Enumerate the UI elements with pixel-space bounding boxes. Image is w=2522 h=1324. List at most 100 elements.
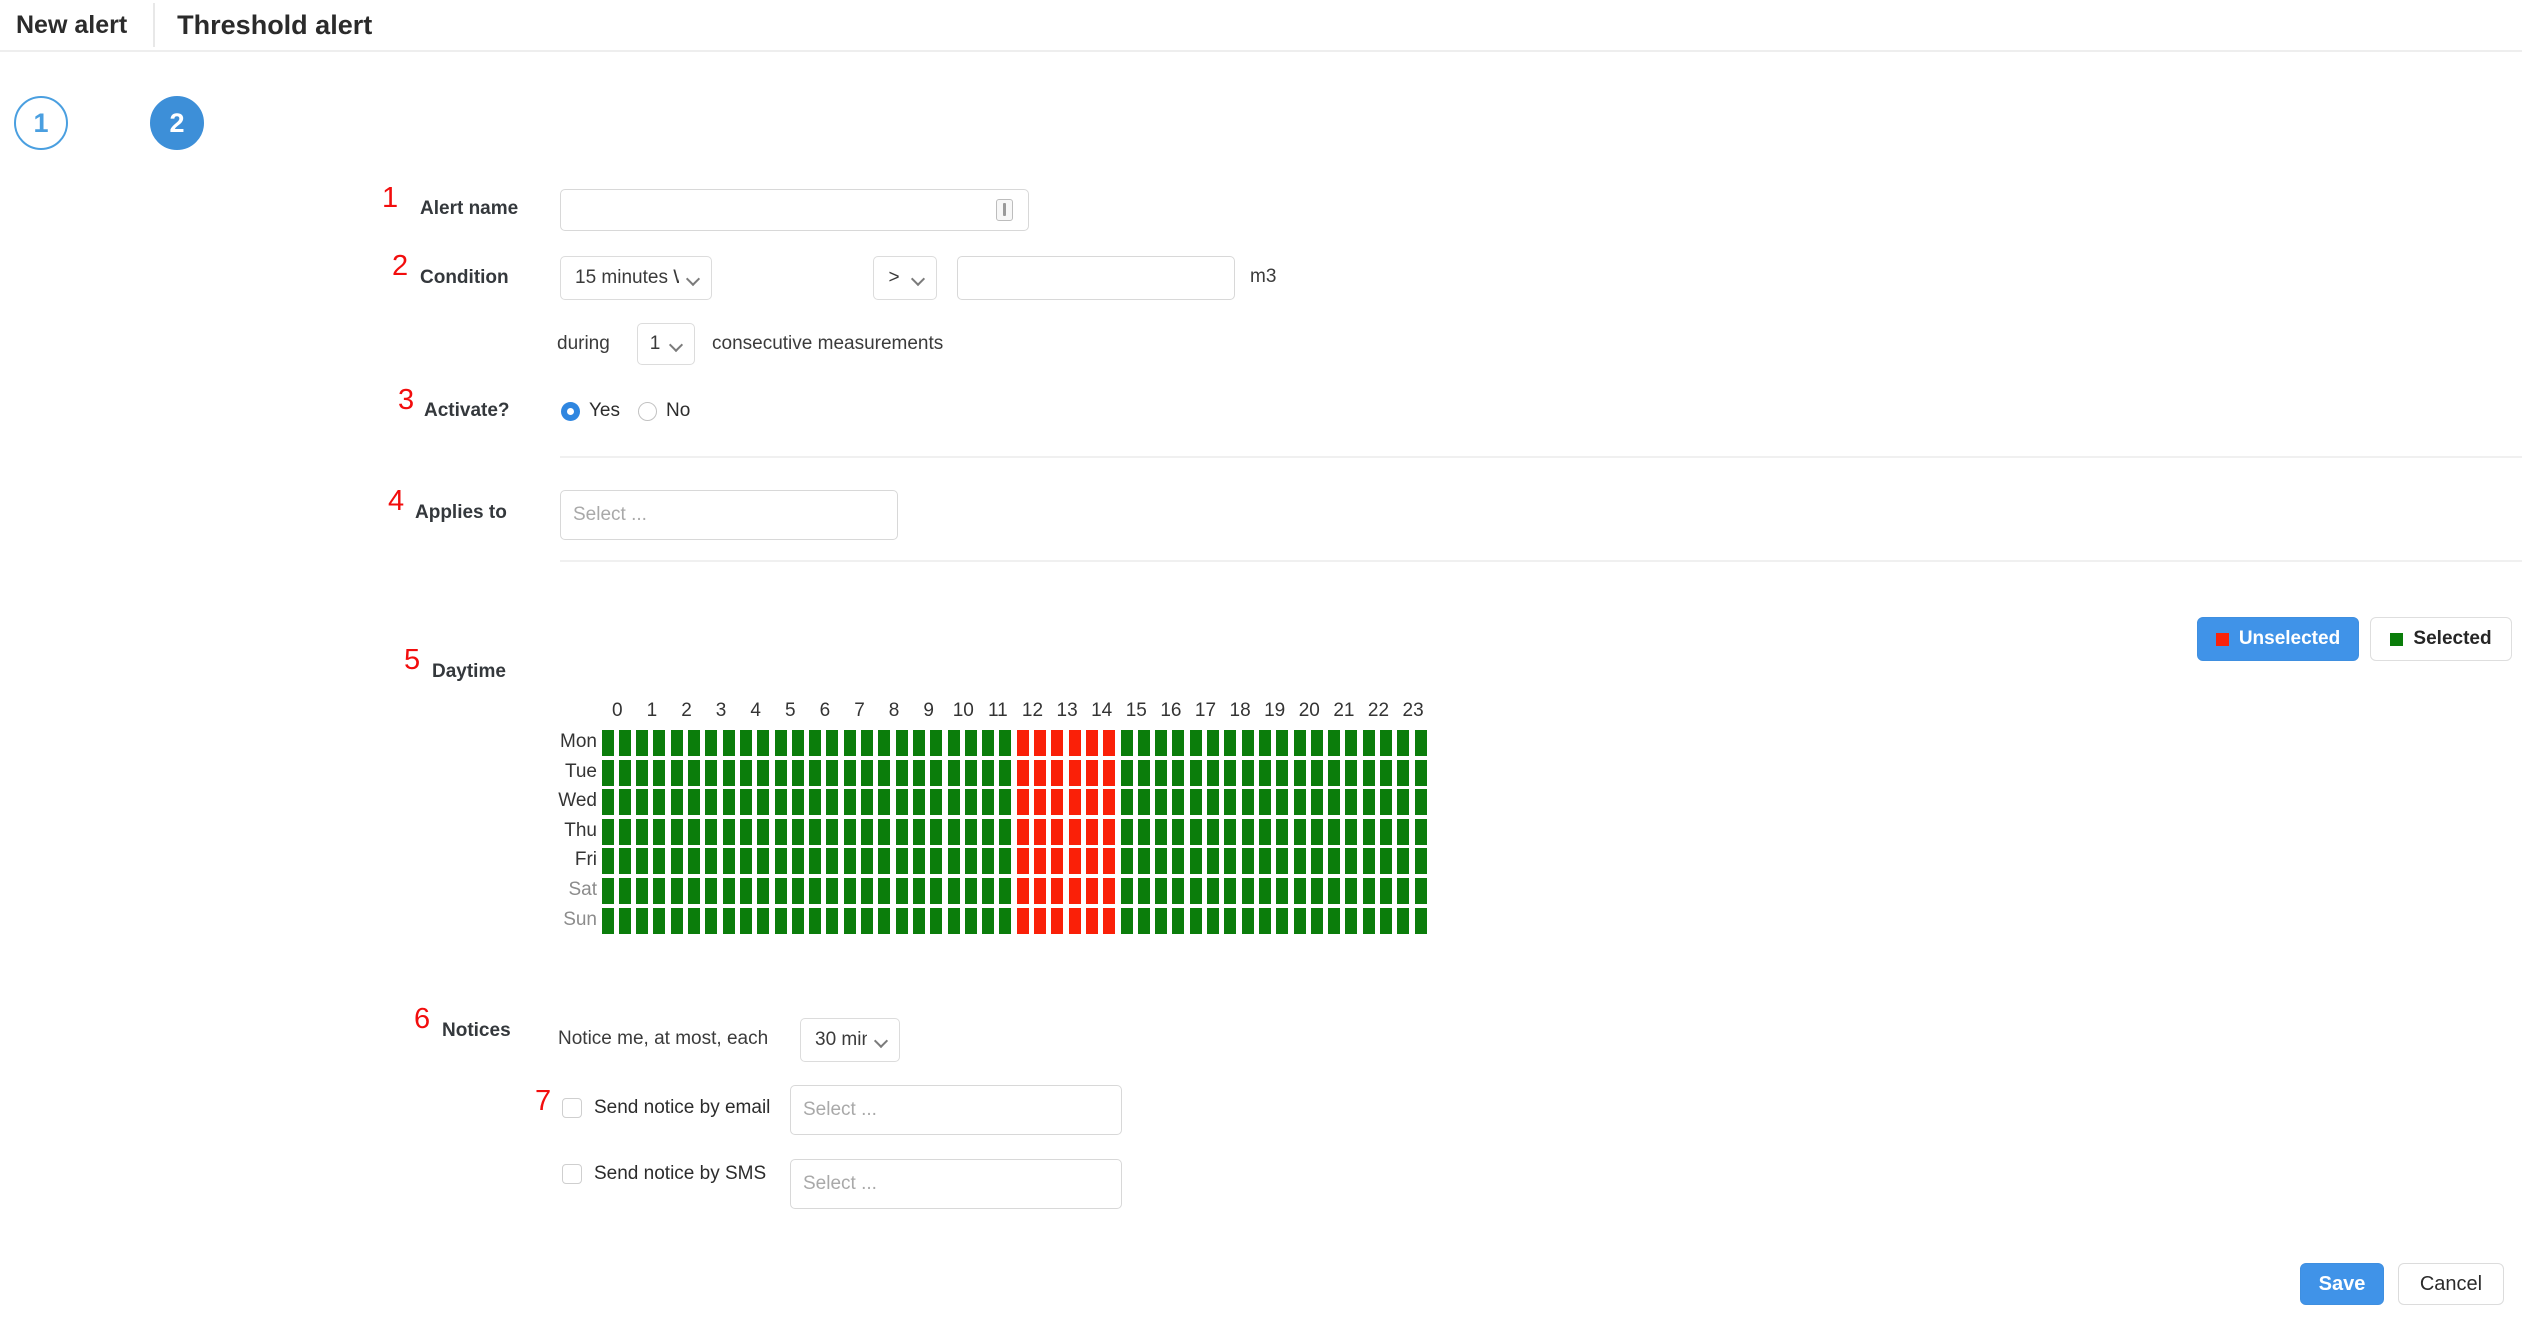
heatmap-cell[interactable]: [826, 759, 839, 786]
heatmap-cell[interactable]: [1051, 877, 1064, 904]
heatmap-cell[interactable]: [861, 818, 873, 845]
heatmap-cell[interactable]: [809, 730, 822, 756]
heatmap-cell[interactable]: [895, 907, 908, 934]
heatmap-cell[interactable]: [601, 848, 614, 875]
heatmap-cell[interactable]: [1051, 730, 1064, 756]
heatmap-cell[interactable]: [670, 848, 683, 875]
heatmap-cell[interactable]: [1362, 759, 1375, 786]
heatmap-cell[interactable]: [1103, 848, 1116, 875]
heatmap-cell[interactable]: [1172, 877, 1185, 904]
heatmap-cell[interactable]: [843, 848, 856, 875]
heatmap-cell[interactable]: [1241, 789, 1254, 816]
heatmap-cell[interactable]: [878, 848, 891, 875]
resize-handle-icon[interactable]: [996, 199, 1013, 221]
heatmap-cell[interactable]: [1120, 848, 1133, 875]
heatmap-cell[interactable]: [1207, 818, 1219, 845]
heatmap-cell[interactable]: [861, 907, 873, 934]
heatmap-cell[interactable]: [1207, 907, 1219, 934]
heatmap-cell[interactable]: [757, 789, 770, 816]
heatmap-cell[interactable]: [1189, 848, 1202, 875]
heatmap-cell[interactable]: [1362, 848, 1375, 875]
heatmap-cell[interactable]: [688, 818, 700, 845]
heatmap-cell[interactable]: [653, 818, 666, 845]
heatmap-cell[interactable]: [1258, 759, 1271, 786]
heatmap-cell[interactable]: [1172, 818, 1185, 845]
heatmap-cell[interactable]: [843, 789, 856, 816]
heatmap-cell[interactable]: [1224, 789, 1237, 816]
heatmap-cell[interactable]: [1016, 907, 1029, 934]
heatmap-cell[interactable]: [1172, 730, 1185, 756]
heatmap-cell[interactable]: [843, 877, 856, 904]
heatmap-cell[interactable]: [1155, 818, 1168, 845]
heatmap-cell[interactable]: [1155, 730, 1168, 756]
heatmap-cell[interactable]: [1155, 877, 1168, 904]
heatmap-cell[interactable]: [1137, 730, 1150, 756]
heatmap-cell[interactable]: [826, 877, 839, 904]
heatmap-cell[interactable]: [739, 759, 752, 786]
heatmap-cell[interactable]: [1345, 730, 1358, 756]
heatmap-cell[interactable]: [1241, 730, 1254, 756]
cancel-button[interactable]: Cancel: [2398, 1263, 2504, 1305]
heatmap-cell[interactable]: [1345, 818, 1358, 845]
heatmap-cell[interactable]: [1189, 818, 1202, 845]
heatmap-cell[interactable]: [1085, 848, 1098, 875]
heatmap-cell[interactable]: [982, 818, 995, 845]
heatmap-cell[interactable]: [1258, 730, 1271, 756]
heatmap-cell[interactable]: [809, 818, 822, 845]
heatmap-cell[interactable]: [791, 907, 804, 934]
heatmap-cell[interactable]: [1362, 818, 1375, 845]
heatmap-cell[interactable]: [722, 907, 735, 934]
heatmap-cell[interactable]: [1172, 907, 1185, 934]
heatmap-cell[interactable]: [1155, 789, 1168, 816]
heatmap-cell[interactable]: [895, 848, 908, 875]
heatmap-cell[interactable]: [653, 848, 666, 875]
heatmap-cell[interactable]: [601, 907, 614, 934]
heatmap-cell[interactable]: [636, 877, 649, 904]
heatmap-cell[interactable]: [1310, 818, 1323, 845]
heatmap-cell[interactable]: [826, 907, 839, 934]
heatmap-cell[interactable]: [861, 730, 873, 756]
activate-yes-option[interactable]: Yes: [561, 400, 620, 422]
heatmap-cell[interactable]: [1051, 759, 1064, 786]
heatmap-cell[interactable]: [722, 818, 735, 845]
heatmap-cell[interactable]: [1172, 759, 1185, 786]
heatmap-cell[interactable]: [878, 877, 891, 904]
heatmap-cell[interactable]: [1328, 818, 1341, 845]
radio-yes-icon[interactable]: [561, 401, 580, 421]
heatmap-cell[interactable]: [930, 818, 943, 845]
heatmap-cell[interactable]: [636, 818, 649, 845]
heatmap-cell[interactable]: [1137, 818, 1150, 845]
heatmap-cell[interactable]: [705, 818, 718, 845]
heatmap-cell[interactable]: [636, 907, 649, 934]
send-notice-by-email-checkbox[interactable]: [562, 1098, 582, 1118]
heatmap-cell[interactable]: [1276, 907, 1289, 934]
heatmap-cell[interactable]: [670, 730, 683, 756]
heatmap-cell[interactable]: [964, 848, 977, 875]
heatmap-cell[interactable]: [1310, 759, 1323, 786]
heatmap-cell[interactable]: [1293, 877, 1306, 904]
heatmap-cell[interactable]: [739, 877, 752, 904]
alert-name-input[interactable]: [560, 189, 1029, 231]
heatmap-cell[interactable]: [999, 818, 1012, 845]
heatmap-cell[interactable]: [930, 730, 943, 756]
heatmap-cell[interactable]: [1258, 818, 1271, 845]
heatmap-cell[interactable]: [1103, 789, 1116, 816]
heatmap-cell[interactable]: [1103, 877, 1116, 904]
heatmap-cell[interactable]: [705, 907, 718, 934]
heatmap-cell[interactable]: [1051, 789, 1064, 816]
send-notice-by-sms-checkbox[interactable]: [562, 1164, 582, 1184]
heatmap-cell[interactable]: [688, 877, 700, 904]
heatmap-cell[interactable]: [618, 818, 631, 845]
heatmap-cell[interactable]: [1397, 818, 1410, 845]
heatmap-cell[interactable]: [1068, 848, 1081, 875]
heatmap-cell[interactable]: [912, 907, 925, 934]
heatmap-cell[interactable]: [878, 759, 891, 786]
heatmap-cell[interactable]: [999, 730, 1012, 756]
heatmap-cell[interactable]: [1276, 848, 1289, 875]
heatmap-cell[interactable]: [1103, 759, 1116, 786]
heatmap-cell[interactable]: [618, 877, 631, 904]
heatmap-cell[interactable]: [688, 759, 700, 786]
heatmap-cell[interactable]: [1241, 877, 1254, 904]
heatmap-cell[interactable]: [670, 789, 683, 816]
heatmap-cell[interactable]: [1103, 907, 1116, 934]
